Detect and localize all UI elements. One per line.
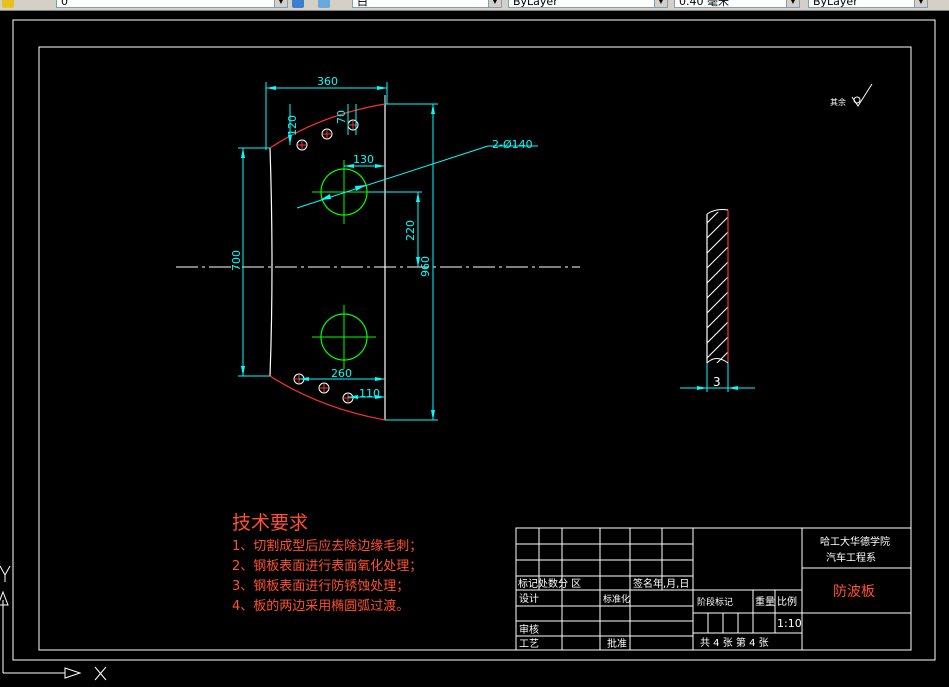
dim-110: 110 (359, 387, 380, 400)
technical-requirements: 技术要求 1、切割成型后应去除边缘毛刺； 2、钢板表面进行表面氧化处理； 3、钢… (232, 512, 422, 614)
tb-dept: 汽车工程系 (826, 551, 876, 564)
chevron-down-icon[interactable]: ▼ (488, 0, 501, 7)
layer-value: 0 (61, 0, 68, 8)
tech-req-title: 技术要求 (232, 512, 308, 534)
tb-process: 工艺 (519, 638, 539, 650)
tb-standard: 标准化 (603, 593, 630, 605)
tb-scale-label: 比例 (777, 595, 797, 608)
lineweight-dropdown[interactable]: 0.40 毫米 ▼ (674, 0, 800, 8)
properties-toolbar: 0 ▼ 白 ▼ ByLayer ▼ 0.40 毫米 ▼ ByLayer ▼ (0, 0, 949, 11)
tb-sign-header: 签名年,月,日 (633, 577, 689, 590)
dim-holes: 2-Ø140 (492, 138, 533, 151)
tb-stage: 阶段标记 (697, 596, 733, 608)
tech-req-item-1: 1、切割成型后应去除边缘毛刺； (232, 538, 422, 554)
plotstyle-value: ByLayer (813, 0, 858, 8)
sheet-outer-border (12, 19, 936, 661)
upper-large-hole (312, 160, 376, 224)
tb-weight: 重量 (755, 595, 775, 608)
surface-roughness-symbol: 其余 (830, 83, 873, 107)
dim-220: 220 (404, 220, 417, 241)
make-current-layer-icon[interactable] (292, 0, 304, 8)
tb-part-name: 防波板 (833, 584, 875, 600)
tb-approve: 批准 (607, 637, 627, 650)
title-block: 哈工大华德学院 汽车工程系 防波板 标记处数分 区 签名年,月,日 设计 标准化… (515, 527, 912, 651)
ucs-icon (0, 565, 107, 681)
tb-design: 设计 (519, 592, 539, 605)
dim-700: 700 (230, 250, 243, 271)
tech-req-item-3: 3、钢板表面进行防锈蚀处理； (232, 578, 409, 594)
dim-260: 260 (331, 367, 352, 380)
color-value: 白 (357, 0, 368, 8)
dim-360: 360 (317, 75, 338, 88)
layer-dropdown[interactable]: 0 ▼ (56, 0, 288, 8)
dim-70: 70 (335, 110, 348, 124)
lineweight-value: 0.40 毫米 (679, 0, 729, 8)
roughness-label: 其余 (830, 97, 846, 107)
chevron-down-icon[interactable]: ▼ (786, 0, 799, 7)
dim-120: 120 (286, 115, 299, 136)
chevron-down-icon[interactable]: ▼ (274, 0, 287, 7)
tb-school: 哈工大华德学院 (820, 535, 890, 548)
section-view: 3 (680, 209, 755, 392)
tb-scale-value: 1:10 (777, 617, 802, 630)
tb-rev-header: 标记处数分 区 (518, 577, 581, 590)
drawing-canvas[interactable]: 360 120 70 130 2-Ø140 220 960 700 260 11… (0, 11, 949, 687)
layer-previous-icon[interactable] (318, 0, 330, 8)
linetype-dropdown[interactable]: ByLayer ▼ (508, 0, 668, 8)
chevron-down-icon[interactable]: ▼ (914, 0, 927, 7)
tb-review: 审核 (519, 623, 539, 636)
lower-large-hole (312, 305, 376, 369)
dim-130: 130 (353, 153, 374, 166)
plotstyle-dropdown[interactable]: ByLayer ▼ (808, 0, 928, 8)
tech-req-item-4: 4、板的两边采用椭圆弧过渡。 (232, 598, 409, 614)
linetype-value: ByLayer (513, 0, 558, 8)
dim-960: 960 (419, 256, 432, 277)
front-view: 360 120 70 130 2-Ø140 220 960 700 260 11… (176, 75, 580, 421)
chevron-down-icon[interactable]: ▼ (654, 0, 667, 7)
tech-req-item-2: 2、钢板表面进行表面氧化处理； (232, 559, 422, 574)
plate-left-edge (269, 147, 273, 377)
dimensions (238, 82, 538, 421)
tb-sheets: 共 4 张 第 4 张 (700, 636, 769, 649)
sheet-inner-border (38, 46, 912, 651)
color-dropdown[interactable]: 白 ▼ (352, 0, 502, 8)
dim-thickness: 3 (713, 375, 721, 389)
small-holes (293, 119, 359, 404)
layer-state-icon[interactable] (2, 0, 14, 8)
